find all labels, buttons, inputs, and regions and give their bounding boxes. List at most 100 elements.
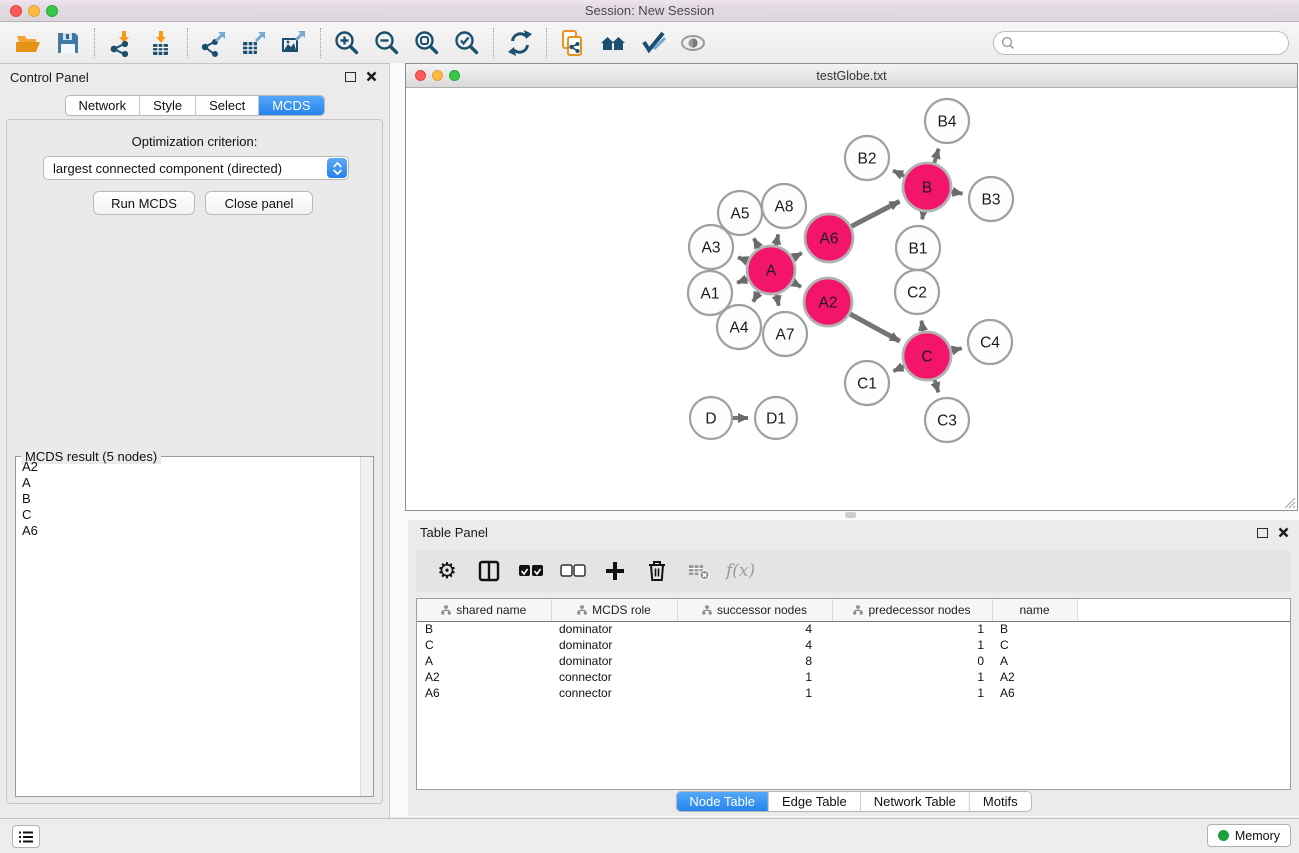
graph-edge-A2-C[interactable] xyxy=(850,314,900,341)
graph-node-A8[interactable]: A8 xyxy=(762,184,806,228)
cell-shared-name[interactable]: C xyxy=(417,637,551,653)
graph-node-A2[interactable]: A2 xyxy=(804,278,852,326)
cell-successor-nodes[interactable]: 4 xyxy=(677,637,832,653)
graph-node-A4[interactable]: A4 xyxy=(717,305,761,349)
function-builder-button[interactable]: f(x) xyxy=(724,554,755,588)
tab-node-table[interactable]: Node Table xyxy=(676,792,769,811)
tab-select[interactable]: Select xyxy=(196,96,259,115)
minimize-window-button[interactable] xyxy=(28,5,40,17)
column-header-shared-name[interactable]: shared name xyxy=(417,599,551,621)
export-table-button[interactable] xyxy=(234,25,274,61)
open-file-button[interactable] xyxy=(8,25,48,61)
memory-button[interactable]: Memory xyxy=(1207,824,1291,847)
eye-button[interactable] xyxy=(673,25,713,61)
export-network-button[interactable] xyxy=(194,25,234,61)
column-header-successor-nodes[interactable]: successor nodes xyxy=(677,599,832,621)
graph-node-A[interactable]: A xyxy=(747,246,795,294)
cell-name[interactable]: C xyxy=(992,637,1077,653)
graph-edge-A-A8[interactable] xyxy=(776,234,778,245)
table-row[interactable]: Cdominator41C xyxy=(417,637,1290,653)
run-mcds-button[interactable]: Run MCDS xyxy=(93,191,195,215)
cell-MCDS-role[interactable]: dominator xyxy=(551,637,677,653)
graph-node-C4[interactable]: C4 xyxy=(968,320,1012,364)
cell-successor-nodes[interactable]: 1 xyxy=(677,685,832,701)
graph-node-D[interactable]: D xyxy=(690,397,732,439)
select-all-button[interactable] xyxy=(514,554,548,588)
cell-successor-nodes[interactable]: 4 xyxy=(677,621,832,637)
table-row[interactable]: A2connector11A2 xyxy=(417,669,1290,685)
splitter-grip[interactable] xyxy=(845,512,856,518)
graph-edge-A-A5[interactable] xyxy=(754,238,759,248)
graph-node-A3[interactable]: A3 xyxy=(689,225,733,269)
cell-predecessor-nodes[interactable]: 0 xyxy=(832,653,992,669)
houses-button[interactable] xyxy=(593,25,633,61)
zoom-fit-button[interactable] xyxy=(407,25,447,61)
graph-edge-A-A6[interactable] xyxy=(793,253,802,258)
tab-motifs[interactable]: Motifs xyxy=(970,792,1031,811)
cell-successor-nodes[interactable]: 1 xyxy=(677,669,832,685)
graph-edge-A-A4[interactable] xyxy=(753,292,759,302)
minimize-network-window-button[interactable] xyxy=(432,70,443,81)
close-panel-icon[interactable] xyxy=(366,71,377,82)
delete-column-button[interactable] xyxy=(640,554,674,588)
close-panel-button[interactable]: Close panel xyxy=(205,191,313,215)
new-network-from-selection-button[interactable] xyxy=(553,25,593,61)
cell-predecessor-nodes[interactable]: 1 xyxy=(832,669,992,685)
graph-node-B1[interactable]: B1 xyxy=(896,226,940,270)
table-row[interactable]: A6connector11A6 xyxy=(417,685,1290,701)
graph-edge-C-C1[interactable] xyxy=(893,366,904,371)
cell-MCDS-role[interactable]: dominator xyxy=(551,621,677,637)
close-panel-icon[interactable] xyxy=(1278,527,1289,538)
add-column-button[interactable] xyxy=(598,554,632,588)
cell-name[interactable]: A2 xyxy=(992,669,1077,685)
graph-node-D1[interactable]: D1 xyxy=(755,397,797,439)
graph-node-C1[interactable]: C1 xyxy=(845,361,889,405)
criterion-dropdown[interactable]: largest connected component (directed) xyxy=(43,156,349,180)
cell-predecessor-nodes[interactable]: 1 xyxy=(832,621,992,637)
column-header-predecessor-nodes[interactable]: predecessor nodes xyxy=(832,599,992,621)
zoom-in-button[interactable] xyxy=(327,25,367,61)
graph-edge-C-C4[interactable] xyxy=(951,348,961,350)
tab-mcds[interactable]: MCDS xyxy=(259,96,323,115)
cell-successor-nodes[interactable]: 8 xyxy=(677,653,832,669)
graph-node-B[interactable]: B xyxy=(903,163,951,211)
graph-edge-C-C2[interactable] xyxy=(921,321,923,332)
cell-predecessor-nodes[interactable]: 1 xyxy=(832,637,992,653)
delete-table-button[interactable] xyxy=(682,554,716,588)
graph-edge-A-A1[interactable] xyxy=(737,279,747,283)
maximize-network-window-button[interactable] xyxy=(449,70,460,81)
tab-network-table[interactable]: Network Table xyxy=(861,792,970,811)
window-resize-grip[interactable] xyxy=(1283,496,1296,509)
table-row[interactable]: Adominator80A xyxy=(417,653,1290,669)
result-item[interactable]: C xyxy=(17,507,359,523)
graph-node-B3[interactable]: B3 xyxy=(969,177,1013,221)
result-item[interactable]: A6 xyxy=(17,523,359,539)
column-header-name[interactable]: name xyxy=(992,599,1077,621)
cell-shared-name[interactable]: B xyxy=(417,621,551,637)
cell-shared-name[interactable]: A xyxy=(417,653,551,669)
network-graph-canvas[interactable]: B4B2BB3A8A5A6B1A3AC2A1A2A4A7C4CC1DD1C3 xyxy=(406,88,1297,510)
maximize-window-button[interactable] xyxy=(46,5,58,17)
split-columns-button[interactable] xyxy=(472,554,506,588)
cell-shared-name[interactable]: A6 xyxy=(417,685,551,701)
zoom-selected-button[interactable] xyxy=(447,25,487,61)
cell-name[interactable]: B xyxy=(992,621,1077,637)
network-window-titlebar[interactable]: testGlobe.txt xyxy=(406,64,1297,88)
deselect-all-button[interactable] xyxy=(556,554,590,588)
flag-pen-button[interactable] xyxy=(633,25,673,61)
close-window-button[interactable] xyxy=(10,5,22,17)
zoom-out-button[interactable] xyxy=(367,25,407,61)
graph-edge-A-A2[interactable] xyxy=(793,282,801,287)
graph-node-C2[interactable]: C2 xyxy=(895,270,939,314)
save-session-button[interactable] xyxy=(48,25,88,61)
close-network-window-button[interactable] xyxy=(415,70,426,81)
graph-node-C3[interactable]: C3 xyxy=(925,398,969,442)
graph-edge-B-B1[interactable] xyxy=(922,212,923,220)
cell-name[interactable]: A6 xyxy=(992,685,1077,701)
table-settings-button[interactable]: ⚙ xyxy=(430,554,464,588)
export-image-button[interactable] xyxy=(274,25,314,61)
graph-edge-A-A3[interactable] xyxy=(738,257,748,261)
refresh-button[interactable] xyxy=(500,25,540,61)
import-network-button[interactable] xyxy=(101,25,141,61)
cell-MCDS-role[interactable]: connector xyxy=(551,669,677,685)
